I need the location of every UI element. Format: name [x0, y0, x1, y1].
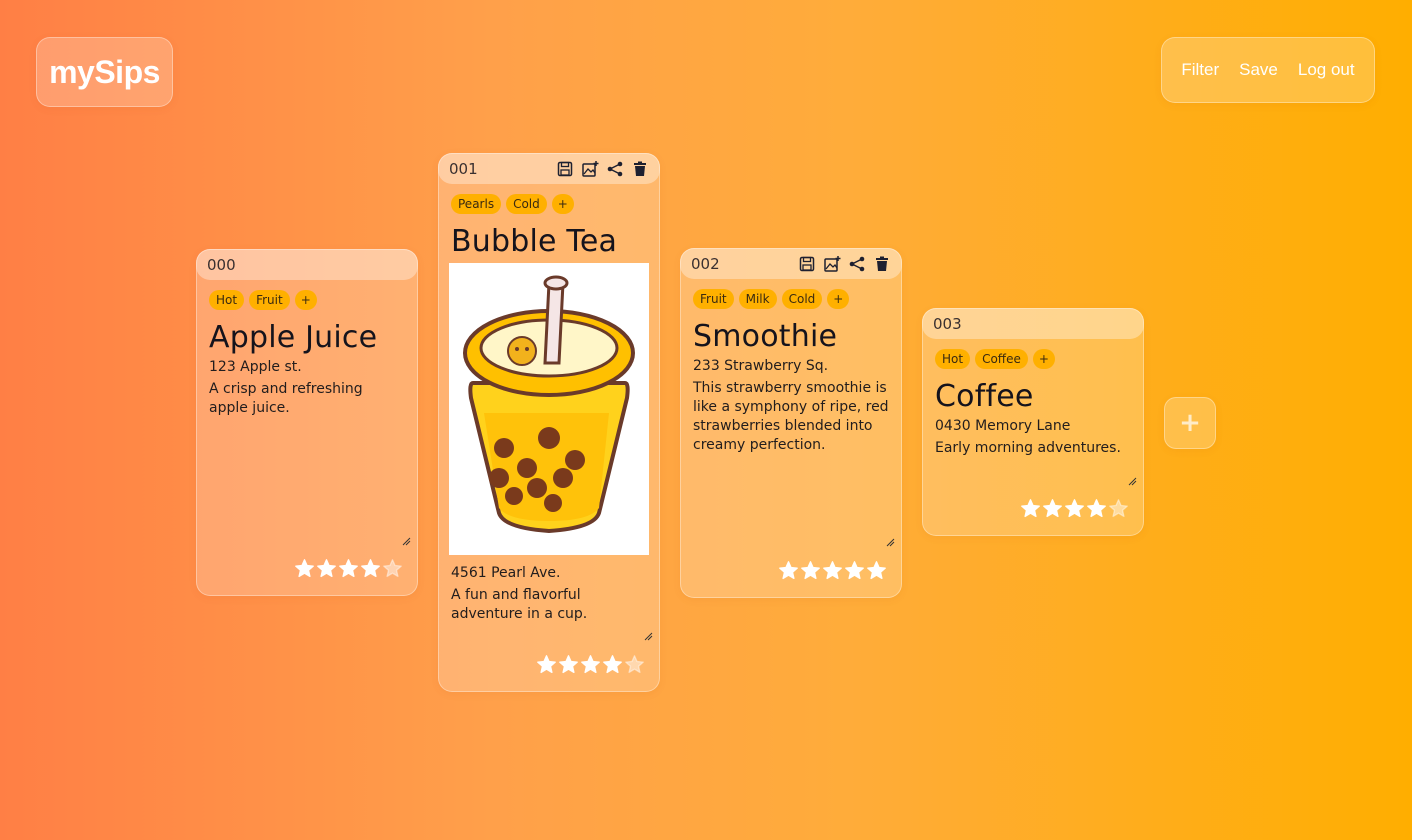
tag[interactable]: Cold — [781, 289, 823, 309]
star-icon[interactable] — [844, 560, 865, 581]
add-tag-button[interactable]: + — [551, 194, 574, 214]
save-icon[interactable] — [556, 160, 574, 178]
bubble-tea-image — [449, 263, 649, 555]
star-icon[interactable] — [800, 560, 821, 581]
rating-stars[interactable] — [1020, 498, 1129, 519]
drink-card: 000 Hot Fruit + Apple Juice 123 Apple st… — [196, 249, 418, 596]
tag[interactable]: Fruit — [693, 289, 734, 309]
star-icon[interactable] — [536, 654, 557, 675]
tag[interactable]: Pearls — [451, 194, 502, 214]
card-address[interactable]: 0430 Memory Lane — [923, 414, 1143, 434]
top-nav: Filter Save Log out — [1161, 37, 1375, 103]
card-title[interactable]: Apple Juice — [197, 310, 417, 355]
star-icon[interactable] — [778, 560, 799, 581]
card-actions — [798, 255, 891, 273]
star-icon[interactable] — [558, 654, 579, 675]
app-logo[interactable]: mySips — [36, 37, 173, 107]
card-id[interactable]: 000 — [207, 256, 236, 274]
tag[interactable]: Cold — [506, 194, 547, 214]
resize-handle-icon[interactable] — [1128, 477, 1137, 486]
tag-list: Hot Fruit + — [197, 280, 417, 310]
save-icon[interactable] — [798, 255, 816, 273]
card-address[interactable]: 4561 Pearl Ave. — [439, 555, 659, 581]
add-tag-button[interactable]: + — [1032, 349, 1055, 369]
share-icon[interactable] — [606, 160, 624, 178]
card-address[interactable]: 233 Strawberry Sq. — [681, 354, 901, 374]
tag-list: Pearls Cold + — [439, 184, 659, 214]
star-icon[interactable] — [866, 560, 887, 581]
star-icon[interactable] — [294, 558, 315, 579]
tag[interactable]: Fruit — [249, 290, 290, 310]
star-icon[interactable] — [580, 654, 601, 675]
add-image-icon[interactable] — [581, 160, 599, 178]
card-header: 003 — [922, 308, 1144, 339]
star-icon[interactable] — [316, 558, 337, 579]
rating-stars[interactable] — [778, 560, 887, 581]
add-tag-button[interactable]: + — [827, 289, 850, 309]
star-icon[interactable] — [1086, 498, 1107, 519]
card-header: 001 — [438, 153, 660, 184]
resize-handle-icon[interactable] — [644, 632, 653, 641]
rating-stars[interactable] — [536, 654, 645, 675]
card-actions — [556, 160, 649, 178]
resize-handle-icon[interactable] — [886, 538, 895, 547]
star-icon[interactable] — [1042, 498, 1063, 519]
card-title[interactable]: Smoothie — [681, 309, 901, 354]
tag[interactable]: Hot — [935, 349, 971, 369]
drink-card: 001 Pearls Cold + Bubble Tea 4561 Pearl … — [438, 153, 660, 692]
card-title[interactable]: Coffee — [923, 369, 1143, 414]
star-icon[interactable] — [1064, 498, 1085, 519]
card-header: 002 — [680, 248, 902, 279]
logout-button[interactable]: Log out — [1298, 60, 1355, 80]
card-id[interactable]: 002 — [691, 255, 720, 273]
resize-handle-icon[interactable] — [402, 537, 411, 546]
card-description[interactable]: Early morning adventures. — [923, 434, 1143, 458]
card-description[interactable]: This strawberry smoothie is like a symph… — [681, 374, 901, 455]
card-title[interactable]: Bubble Tea — [439, 214, 659, 259]
star-icon[interactable] — [382, 558, 403, 579]
star-icon[interactable] — [1020, 498, 1041, 519]
drink-card: 003 Hot Coffee + Coffee 0430 Memory Lane… — [922, 308, 1144, 536]
star-icon[interactable] — [624, 654, 645, 675]
save-button[interactable]: Save — [1239, 60, 1278, 80]
card-id[interactable]: 001 — [449, 160, 478, 178]
tag-list: Fruit Milk Cold + — [681, 279, 901, 309]
star-icon[interactable] — [360, 558, 381, 579]
star-icon[interactable] — [338, 558, 359, 579]
star-icon[interactable] — [1108, 498, 1129, 519]
add-tag-button[interactable]: + — [294, 290, 317, 310]
trash-icon[interactable] — [631, 160, 649, 178]
card-description[interactable]: A fun and flavorful adventure in a cup. — [439, 581, 659, 624]
tag[interactable]: Milk — [738, 289, 777, 309]
card-description[interactable]: A crisp and refreshing apple juice. — [197, 375, 417, 418]
card-header: 000 — [196, 249, 418, 280]
tag[interactable]: Hot — [209, 290, 245, 310]
tag[interactable]: Coffee — [975, 349, 1028, 369]
card-address[interactable]: 123 Apple st. — [197, 355, 417, 375]
drink-card: 002 Fruit Milk Cold + Smoothie 233 Straw… — [680, 248, 902, 598]
filter-button[interactable]: Filter — [1181, 60, 1219, 80]
rating-stars[interactable] — [294, 558, 403, 579]
add-image-icon[interactable] — [823, 255, 841, 273]
trash-icon[interactable] — [873, 255, 891, 273]
tag-list: Hot Coffee + — [923, 339, 1143, 369]
add-card-button[interactable]: + — [1164, 397, 1216, 449]
share-icon[interactable] — [848, 255, 866, 273]
star-icon[interactable] — [602, 654, 623, 675]
star-icon[interactable] — [822, 560, 843, 581]
card-id[interactable]: 003 — [933, 315, 962, 333]
